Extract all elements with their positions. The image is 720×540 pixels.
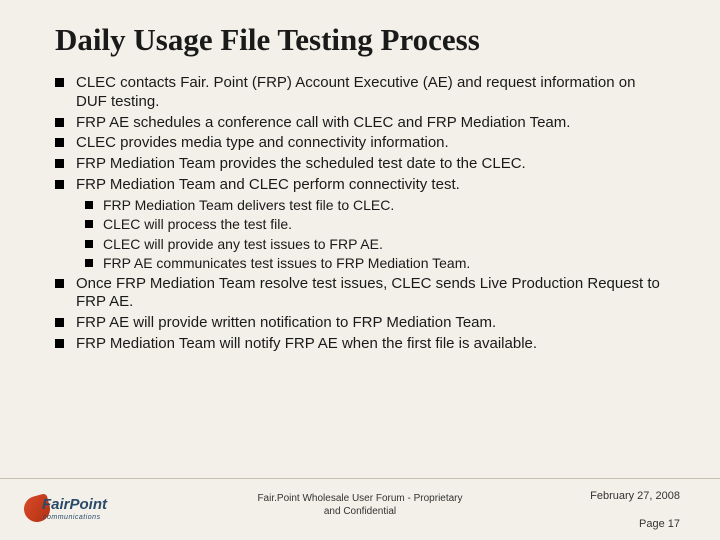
square-bullet-icon bbox=[55, 339, 64, 348]
bullet-text: FRP Mediation Team will notify FRP AE wh… bbox=[76, 335, 537, 354]
bullet-item: FRP Mediation Team will notify FRP AE wh… bbox=[55, 335, 665, 354]
bullet-text: FRP Mediation Team provides the schedule… bbox=[76, 155, 526, 174]
bullet-item: FRP AE schedules a conference call with … bbox=[55, 114, 665, 133]
footer-line1: Fair.Point Wholesale User Forum - Propri… bbox=[257, 493, 462, 504]
bullet-text: CLEC will provide any test issues to FRP… bbox=[103, 236, 383, 254]
square-bullet-icon bbox=[85, 201, 93, 209]
square-bullet-icon bbox=[55, 318, 64, 327]
bullet-item: CLEC contacts Fair. Point (FRP) Account … bbox=[55, 74, 665, 112]
square-bullet-icon bbox=[85, 259, 93, 267]
footer-page-number: Page 17 bbox=[639, 518, 680, 530]
footer: FairPoint communications Fair.Point Whol… bbox=[0, 478, 720, 540]
bullet-item: FRP Mediation Team provides the schedule… bbox=[55, 155, 665, 174]
sub-bullet-item: FRP AE communicates test issues to FRP M… bbox=[85, 255, 665, 273]
bullet-text: Once FRP Mediation Team resolve test iss… bbox=[76, 275, 665, 313]
bullet-text: FRP AE will provide written notification… bbox=[76, 314, 496, 333]
bullet-text: FRP AE schedules a conference call with … bbox=[76, 114, 570, 133]
bullet-text: FRP Mediation Team delivers test file to… bbox=[103, 197, 394, 215]
bullet-item: FRP Mediation Team and CLEC perform conn… bbox=[55, 176, 665, 195]
square-bullet-icon bbox=[85, 220, 93, 228]
bullet-item: CLEC provides media type and connectivit… bbox=[55, 134, 665, 153]
bullet-text: FRP AE communicates test issues to FRP M… bbox=[103, 255, 470, 273]
bullet-text: CLEC contacts Fair. Point (FRP) Account … bbox=[76, 74, 665, 112]
square-bullet-icon bbox=[55, 138, 64, 147]
square-bullet-icon bbox=[55, 78, 64, 87]
sub-bullet-item: CLEC will process the test file. bbox=[85, 216, 665, 234]
slide-title: Daily Usage File Testing Process bbox=[0, 0, 720, 66]
content-area: CLEC contacts Fair. Point (FRP) Account … bbox=[0, 66, 720, 354]
square-bullet-icon bbox=[55, 118, 64, 127]
square-bullet-icon bbox=[55, 180, 64, 189]
bullet-text: FRP Mediation Team and CLEC perform conn… bbox=[76, 176, 460, 195]
footer-line2: and Confidential bbox=[324, 506, 396, 517]
square-bullet-icon bbox=[55, 159, 64, 168]
square-bullet-icon bbox=[55, 279, 64, 288]
bullet-item: Once FRP Mediation Team resolve test iss… bbox=[55, 275, 665, 313]
bullet-text: CLEC provides media type and connectivit… bbox=[76, 134, 449, 153]
bullet-item: FRP AE will provide written notification… bbox=[55, 314, 665, 333]
footer-date: February 27, 2008 bbox=[590, 490, 680, 502]
footer-divider bbox=[0, 478, 720, 479]
sub-bullet-item: CLEC will provide any test issues to FRP… bbox=[85, 236, 665, 254]
square-bullet-icon bbox=[85, 240, 93, 248]
bullet-text: CLEC will process the test file. bbox=[103, 216, 292, 234]
slide: Daily Usage File Testing Process CLEC co… bbox=[0, 0, 720, 540]
sub-bullet-item: FRP Mediation Team delivers test file to… bbox=[85, 197, 665, 215]
